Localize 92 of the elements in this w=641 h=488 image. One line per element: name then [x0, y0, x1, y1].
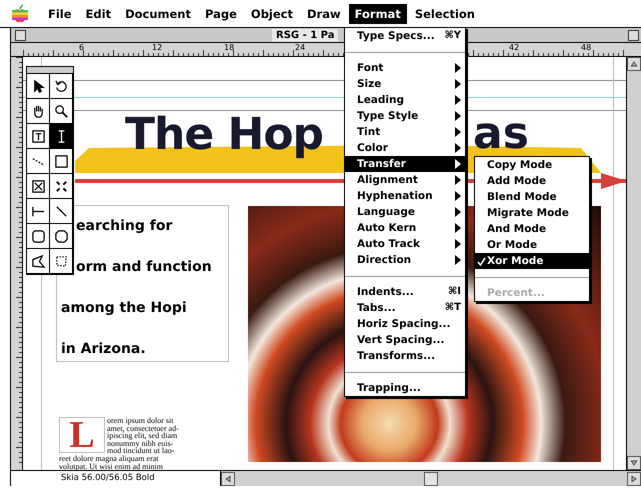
scroll-left-button[interactable] — [221, 472, 235, 486]
window-title: RSG - 1 Pa — [272, 28, 338, 42]
menu-item[interactable]: Vert Spacing... — [345, 332, 465, 348]
menu-item[interactable]: Horiz Spacing... — [345, 316, 465, 332]
menu-title[interactable]: Page — [199, 4, 243, 24]
up-arrow-icon — [629, 59, 639, 69]
tool-button[interactable] — [50, 224, 73, 249]
diagonal-line-icon — [54, 204, 68, 218]
right-arrow-icon — [629, 474, 639, 484]
headline: as — [473, 113, 529, 155]
body-text-line: volutpat. Ut wisi enim ad minim — [59, 462, 164, 470]
menu-item[interactable]: Type Specs... ⌘Y — [345, 28, 465, 44]
zoom-box[interactable] — [628, 30, 639, 40]
menu-item[interactable]: Auto Kern — [345, 220, 465, 236]
menu-title[interactable]: Selection — [408, 4, 481, 24]
menu-item[interactable]: Alignment — [345, 172, 465, 188]
down-arrow-icon — [629, 458, 639, 468]
body-text-line: mod tincidunt ut lao- — [107, 447, 176, 455]
ruler-number: 18 — [224, 43, 234, 52]
rectangle-icon — [54, 154, 68, 168]
body-text-line: amet, consectetuer ad- — [107, 424, 179, 432]
tool-button[interactable] — [27, 99, 50, 124]
ruler-number: 48 — [581, 43, 592, 52]
drop-cap: L — [69, 418, 95, 452]
menu-title[interactable]: Format — [348, 4, 407, 24]
shortcut-text: ⌘T — [444, 301, 461, 315]
menu-item[interactable]: Indents... ⌘I — [345, 284, 465, 300]
menu-item[interactable]: Trapping... — [345, 380, 465, 396]
menu-item[interactable]: Transfer — [345, 156, 465, 172]
menu-title[interactable]: Document — [119, 4, 197, 24]
resize-icon — [54, 178, 68, 194]
tool-button[interactable] — [27, 74, 50, 99]
body-text-line: nonummy nibh euis- — [107, 440, 174, 448]
close-box[interactable] — [15, 30, 26, 40]
menu-item[interactable]: Tint — [345, 124, 465, 140]
menu-title[interactable]: Edit — [80, 4, 118, 24]
pull-quote-line: earching for — [76, 217, 174, 236]
tool-button[interactable] — [27, 124, 50, 149]
ruler-number: 42 — [509, 43, 520, 52]
tool-button[interactable] — [50, 149, 73, 174]
ruler-number: 6 — [79, 43, 84, 52]
pull-quote-line: orm and function — [76, 258, 213, 277]
pull-quote-line: in Arizona. — [61, 340, 147, 359]
apple-logo-icon[interactable] — [12, 5, 28, 23]
tool-button[interactable] — [27, 149, 50, 174]
ruler-number: 24 — [295, 43, 306, 52]
menu-title[interactable]: File — [42, 4, 78, 24]
headline: The Hop — [125, 113, 324, 157]
body-text-line: orem ipsum dolor sit — [107, 417, 174, 425]
tool-button[interactable] — [50, 199, 73, 224]
menu-item[interactable]: Hyphenation — [345, 188, 465, 204]
pull-quote-line: among the Hopi — [61, 299, 188, 318]
menu-item[interactable]: Auto Track — [345, 236, 465, 252]
menu-title[interactable]: Object — [244, 4, 299, 24]
scroll-up-button[interactable] — [627, 57, 641, 71]
menu-item[interactable]: Transforms... — [345, 348, 465, 364]
tool-button[interactable] — [27, 249, 50, 274]
tool-button[interactable] — [27, 174, 50, 199]
menu-item[interactable]: Tabs... ⌘T — [345, 300, 465, 316]
left-arrow-icon — [223, 474, 233, 484]
menu-item[interactable]: Language — [345, 204, 465, 220]
scroll-right-button[interactable] — [627, 472, 641, 486]
rotate-icon — [54, 78, 68, 94]
tool-button[interactable] — [27, 224, 50, 249]
menu-item[interactable]: Type Style — [345, 108, 465, 124]
dotted-polygon-icon — [54, 254, 68, 268]
polygon-icon — [30, 254, 46, 268]
ruler-number: 12 — [152, 43, 162, 52]
tool-button[interactable] — [50, 74, 73, 99]
tool-button[interactable] — [50, 99, 73, 124]
body-text-line: reet dolore magna aliquam erat — [59, 454, 160, 463]
scroll-down-button[interactable] — [627, 456, 641, 470]
tool-button[interactable] — [50, 174, 73, 199]
octagon-icon — [54, 228, 68, 244]
rounded-rectangle-icon — [30, 228, 46, 244]
tool-button[interactable] — [50, 124, 73, 149]
text-frame-icon — [30, 128, 46, 144]
scroll-thumb[interactable] — [424, 472, 438, 486]
menu-item[interactable]: Xor Mode — [475, 253, 589, 269]
menu-item[interactable]: Direction — [345, 252, 465, 268]
tool-button[interactable] — [27, 199, 50, 224]
shortcut-text: ⌘I — [448, 285, 461, 299]
menu-item[interactable]: Leading — [345, 92, 465, 108]
menu-item[interactable]: Color — [345, 140, 465, 156]
body-text-line: ipiscing elit, sed diam — [107, 432, 178, 440]
menu-item[interactable]: Font — [345, 60, 465, 76]
crossed-box-icon — [30, 178, 46, 194]
shortcut-text: ⌘Y — [444, 29, 461, 43]
menu-title[interactable]: Draw — [301, 4, 347, 24]
search-icon — [54, 104, 68, 118]
tool-button[interactable] — [50, 249, 73, 274]
menu-item[interactable]: Size — [345, 76, 465, 92]
